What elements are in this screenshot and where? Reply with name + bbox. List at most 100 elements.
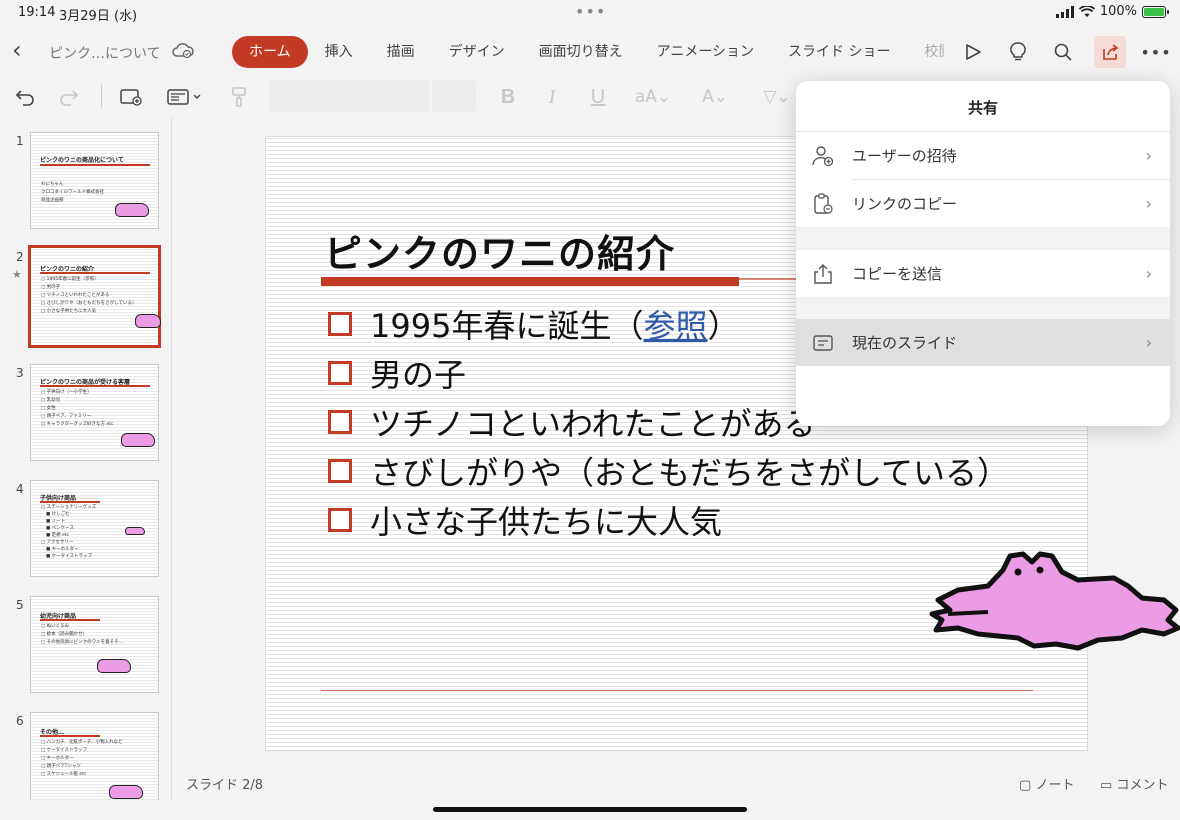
font-size-field[interactable]: [432, 80, 476, 112]
tab-design[interactable]: デザイン: [432, 36, 522, 68]
thumbnail-number: 5: [16, 598, 24, 612]
send-copy-label: コピーを送信: [852, 265, 943, 283]
thumbnail-rule: [40, 272, 150, 274]
more-options-icon[interactable]: •••: [1140, 36, 1172, 68]
current-slide-item[interactable]: 現在のスライド ›: [796, 319, 1170, 366]
share-icon[interactable]: [1094, 36, 1126, 68]
slide-title[interactable]: ピンクのワニの紹介: [324, 223, 675, 278]
chevron-right-icon: ›: [1145, 146, 1152, 165]
notes-button[interactable]: ▢ ノート: [1019, 774, 1074, 793]
tab-animations[interactable]: アニメーション: [640, 36, 771, 68]
tab-home[interactable]: ホーム: [232, 36, 308, 68]
toolbar-divider: [101, 84, 102, 108]
status-bar: 19:14 3月29日 (水) ••• 100%: [0, 0, 1180, 26]
pink-crocodile-image: [109, 785, 143, 799]
bullet-text: さびしがりや（おともだちをさがしている）: [370, 453, 1010, 492]
ribbon-tab-strip: ホーム 挿入 描画 デザイン 画面切り替え アニメーション スライド ショー 校…: [232, 36, 944, 68]
copy-link-icon: [814, 192, 833, 214]
multitask-dots-icon[interactable]: •••: [575, 2, 606, 21]
bullet-text: 小さな子供たちに大人気: [370, 502, 723, 541]
send-copy-item[interactable]: コピーを送信 ›: [796, 250, 1170, 297]
pink-crocodile-image: [121, 433, 155, 447]
bold-icon[interactable]: B: [497, 84, 519, 110]
thumbnail-line: □ ツチノコといわれたことがある: [41, 293, 110, 298]
battery-percent: 100%: [1099, 4, 1137, 19]
undo-icon[interactable]: [12, 84, 38, 110]
section-gap: [796, 297, 1170, 319]
copy-link-item[interactable]: リンクのコピー ›: [796, 180, 1170, 227]
highlight-icon[interactable]: ▽⌄: [756, 84, 798, 110]
search-icon[interactable]: [1047, 36, 1079, 68]
tab-draw[interactable]: 描画: [370, 36, 432, 68]
tab-insert[interactable]: 挿入: [308, 36, 370, 68]
star-icon: ★: [12, 268, 22, 281]
new-slide-icon[interactable]: [118, 84, 144, 110]
document-title[interactable]: ピンク…について: [49, 43, 161, 63]
thumbnail-rule: [40, 164, 150, 166]
note-icon: ▢: [1019, 778, 1032, 793]
thumbnail-title: ピンクのワニの商品化について: [40, 157, 124, 164]
battery-icon: [1142, 5, 1169, 18]
ribbon-header: ‹ ピンク…について ホーム 挿入 描画 デザイン 画面切り替え アニメーション…: [0, 26, 1180, 76]
copy-link-label: リンクのコピー: [852, 195, 958, 213]
slide-thumbnail-5[interactable]: 幼児向け商品 □ ぬいぐるみ □ 絵本（読み聞かせ） □ その他玩具にピンクのワ…: [30, 596, 159, 693]
invite-user-icon: [812, 145, 834, 166]
reference-link[interactable]: 参照: [643, 301, 707, 347]
comments-button[interactable]: ▭ コメント: [1100, 774, 1168, 793]
thumbnail-line: □ ケータイストラップ: [41, 748, 88, 753]
font-name-field[interactable]: [269, 80, 429, 112]
thumbnail-rule: [40, 385, 150, 387]
home-indicator[interactable]: [433, 807, 747, 812]
redo-icon[interactable]: [56, 84, 82, 110]
back-chevron-icon[interactable]: ‹: [12, 38, 22, 62]
slide-thumbnail-6[interactable]: その他… □ ハンカチ、化粧ポーチ、小物入れなど □ ケータイストラップ □ キ…: [30, 712, 159, 800]
thumbnail-line: □ その他玩具にピンクのワニを喜そそ…: [41, 640, 124, 645]
slide-thumbnail-2[interactable]: ピンクのワニの紹介 □ 1995年春に誕生（参照） □ 男の子 □ ツチノコとい…: [28, 245, 161, 348]
thumbnail-line: ■ ケータイストラップ: [46, 554, 93, 559]
thumbnail-line: ■ ノート: [46, 519, 66, 524]
font-size-change-icon[interactable]: aA⌄: [632, 84, 674, 110]
cellular-signal-icon: [1055, 5, 1074, 18]
cloud-sync-icon[interactable]: [172, 41, 194, 59]
thumbnail-line: □ 男の子: [41, 285, 61, 290]
thumbnail-line: 商品企画部: [41, 198, 64, 203]
format-painter-icon[interactable]: [228, 84, 250, 110]
font-color-icon[interactable]: A⌄: [694, 84, 736, 110]
thumbnail-line: □ スケジュール帳 etc: [41, 772, 87, 777]
thumbnail-number: 2: [16, 250, 24, 264]
thumbnail-number: 3: [16, 366, 24, 380]
pink-crocodile-image: [97, 659, 131, 673]
send-copy-icon: [814, 263, 832, 284]
thumbnail-line: ■ キーホルダー: [46, 547, 79, 552]
invite-user-item[interactable]: ユーザーの招待 ›: [796, 132, 1170, 179]
thumbnail-line: □ 親子ペアTシャツ: [41, 764, 81, 769]
bullet-square-icon: [328, 458, 352, 483]
title-underline: [321, 277, 739, 286]
lightbulb-icon[interactable]: [1002, 36, 1034, 68]
slide-thumbnail-3[interactable]: ピンクのワニの商品が受ける客層 □ 子供向け（～小学生） □ 乳幼児 □ 女性 …: [30, 364, 159, 461]
underline-icon[interactable]: U: [587, 84, 609, 110]
tab-review[interactable]: 校閲: [908, 36, 945, 68]
pink-crocodile-image[interactable]: [928, 548, 1180, 658]
slide-thumbnail-1[interactable]: ピンクのワニの商品化について わにちゃん クロコダイルワールド株式会社 商品企画…: [30, 132, 159, 229]
share-popover: 共有 ユーザーの招待 › リンクのコピー › コピーを送信 › 現在のスライド …: [796, 81, 1170, 426]
bullet-item[interactable]: 小さな子供たちに大人気: [328, 495, 1009, 544]
thumbnail-line: □ 親子ペア、ファミリー: [41, 414, 92, 419]
tab-transitions[interactable]: 画面切り替え: [522, 36, 640, 68]
slide-thumbnail-pane[interactable]: 1 ピンクのワニの商品化について わにちゃん クロコダイルワールド株式会社 商品…: [0, 118, 172, 800]
italic-icon[interactable]: I: [541, 84, 563, 110]
play-slideshow-icon[interactable]: [957, 36, 989, 68]
pink-crocodile-image: [125, 527, 145, 535]
layout-dropdown-icon[interactable]: [165, 84, 205, 110]
bullet-item[interactable]: さびしがりや（おともだちをさがしている）: [328, 446, 1009, 495]
thumbnail-line: □ ハンカチ、化粧ポーチ、小物入れなど: [41, 740, 123, 745]
tab-slideshow[interactable]: スライド ショー: [771, 36, 907, 68]
chevron-right-icon: ›: [1145, 264, 1152, 283]
status-date: 3月29日 (水): [59, 9, 138, 24]
comments-label: コメント: [1116, 778, 1169, 793]
thumbnail-rule: [40, 501, 100, 503]
thumbnail-number: 4: [16, 482, 24, 496]
slide-thumbnail-4[interactable]: 子供向け商品 □ ステーショナリーグッズ ■ けしごむ ■ ノート ■ ペンケー…: [30, 480, 159, 577]
current-slide-label: 現在のスライド: [852, 334, 958, 352]
bullet-text: 男の子: [370, 355, 467, 394]
